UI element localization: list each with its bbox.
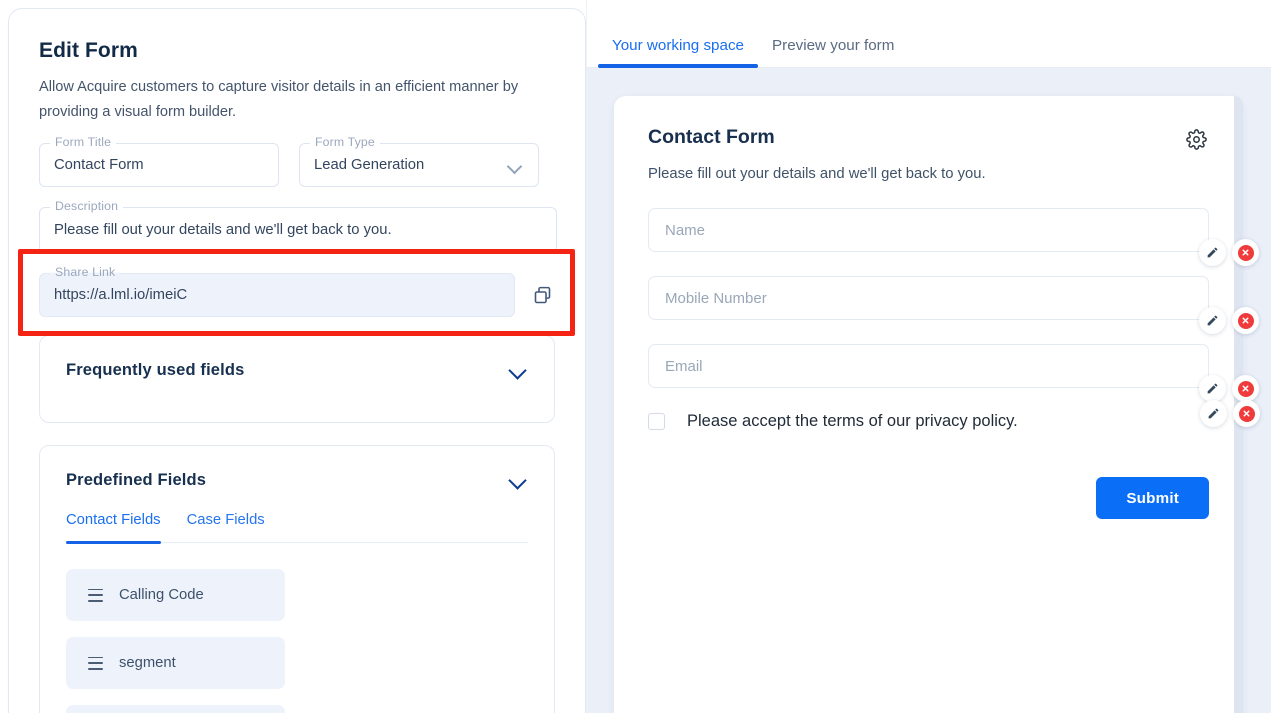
submit-button[interactable]: Submit (1096, 477, 1209, 519)
form-type-select[interactable]: Form Type Lead Generation (299, 135, 539, 187)
tab-preview-your-form[interactable]: Preview your form (758, 38, 908, 67)
preview-field-name[interactable]: Name (648, 208, 1259, 266)
contact-form-card: Contact Form Please fill out your detail… (614, 96, 1260, 713)
accordion-title: Predefined Fields (66, 470, 207, 489)
submit-row: Submit (648, 477, 1209, 519)
delete-circle-icon[interactable] (1232, 375, 1259, 402)
edit-form-card: Edit Form Allow Acquire customers to cap… (8, 8, 586, 713)
workspace-panel: Your working space Preview your form Con… (586, 0, 1271, 713)
share-link-label: Share Link (50, 265, 121, 279)
edit-form-panel: Edit Form Allow Acquire customers to cap… (0, 0, 586, 713)
delete-circle-icon[interactable] (1232, 307, 1259, 334)
tab-case-fields[interactable]: Case Fields (187, 512, 265, 542)
workspace-tabbar: Your working space Preview your form (586, 0, 1271, 69)
form-description-label: Description (50, 199, 124, 213)
delete-circle-icon[interactable] (1232, 239, 1259, 266)
form-card-subtitle: Please fill out your details and we'll g… (648, 166, 986, 182)
preview-field-placeholder: Mobile Number (665, 289, 767, 307)
tab-contact-fields[interactable]: Contact Fields (66, 512, 161, 544)
form-description-input[interactable]: Please fill out your details and we'll g… (54, 222, 542, 238)
pencil-icon[interactable] (1200, 400, 1227, 427)
chevron-up-icon[interactable] (508, 470, 528, 490)
field-chip-label: Calling Code (119, 587, 204, 603)
field-chip-label: segment (119, 655, 176, 671)
field-actions (1200, 400, 1260, 427)
form-preview-area: Contact Form Please fill out your detail… (586, 68, 1271, 713)
share-link-row: Share Link https://a.lml.io/imeiC (39, 265, 555, 317)
pencil-icon[interactable] (1199, 239, 1226, 266)
accordion-predefined-fields[interactable]: Predefined Fields Contact Fields Case Fi… (39, 445, 555, 713)
preview-field-consent[interactable]: Please accept the terms of our privacy p… (648, 400, 1260, 431)
preview-field-placeholder: Name (665, 221, 706, 239)
tab-your-working-space[interactable]: Your working space (598, 38, 758, 69)
drag-handle-icon[interactable] (88, 588, 103, 602)
consent-label: Please accept the terms of our privacy p… (687, 412, 1018, 430)
preview-field-mobile-number[interactable]: Mobile Number (648, 276, 1259, 334)
page-title: Edit Form (39, 39, 138, 62)
field-chip-loyalty-number[interactable]: Loyalty_Number (66, 705, 285, 713)
accordion-frequently-used-fields[interactable]: Frequently used fields (39, 335, 555, 423)
page-description: Allow Acquire customers to capture visit… (39, 79, 519, 120)
form-description-field[interactable]: Description Please fill out your details… (39, 199, 557, 253)
form-title-label: Form Title (50, 135, 117, 149)
field-actions (1199, 239, 1259, 266)
form-card-title: Contact Form (648, 126, 775, 148)
gear-icon[interactable] (1183, 126, 1209, 152)
form-title-field[interactable]: Form Title Contact Form (39, 135, 279, 187)
copy-icon[interactable] (529, 282, 555, 308)
delete-circle-icon[interactable] (1233, 400, 1260, 427)
share-link-field[interactable]: Share Link https://a.lml.io/imeiC (39, 265, 516, 317)
field-chip-segment[interactable]: segment (66, 637, 285, 689)
pencil-icon[interactable] (1199, 307, 1226, 334)
form-type-label: Form Type (310, 135, 380, 149)
consent-checkbox[interactable] (648, 413, 665, 430)
form-meta-row: Form Title Contact Form Form Type Lead G… (39, 135, 555, 207)
field-actions (1199, 307, 1259, 334)
field-chip-calling-code[interactable]: Calling Code (66, 569, 285, 621)
accordion-header[interactable]: Frequently used fields (66, 360, 528, 380)
preview-field-placeholder: Email (665, 357, 703, 375)
chevron-down-icon[interactable] (508, 360, 528, 380)
app-root: Edit Form Allow Acquire customers to cap… (0, 0, 1271, 713)
accordion-header[interactable]: Predefined Fields (66, 470, 528, 490)
drag-handle-icon[interactable] (88, 656, 103, 670)
pencil-icon[interactable] (1199, 375, 1226, 402)
form-type-value: Lead Generation (314, 157, 425, 173)
form-card-header: Contact Form (648, 126, 1209, 152)
form-title-input[interactable]: Contact Form (54, 157, 264, 173)
accordion-title: Frequently used fields (66, 360, 245, 379)
chevron-down-icon[interactable] (506, 156, 524, 174)
share-link-input[interactable]: https://a.lml.io/imeiC (54, 287, 500, 303)
field-actions (1199, 375, 1259, 402)
preview-field-email[interactable]: Email (648, 344, 1259, 402)
predefined-field-chips: Calling Code segment Loyalty_Number (66, 569, 528, 713)
predefined-fields-tabs: Contact Fields Case Fields (66, 512, 528, 544)
